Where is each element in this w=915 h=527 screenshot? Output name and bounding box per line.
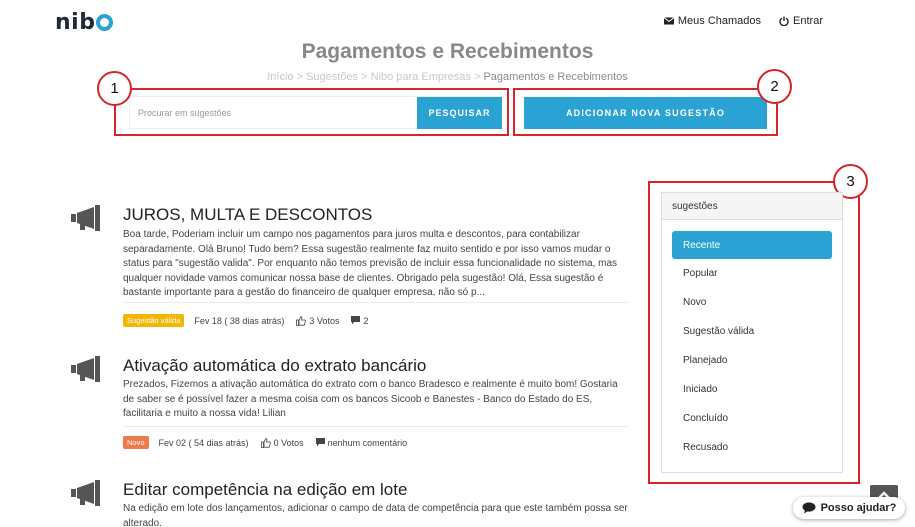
nibo-logo[interactable]: nib (55, 10, 114, 35)
filter-novo[interactable]: Novo (672, 288, 832, 317)
envelope-icon (663, 17, 674, 25)
thumbs-up-icon (296, 315, 307, 326)
help-chat-button[interactable]: Posso ajudar? (793, 497, 905, 519)
filter-recusado[interactable]: Recusado (672, 433, 832, 462)
breadcrumb-nibo-empresas[interactable]: Nibo para Empresas (371, 71, 471, 83)
breadcrumb-separator: > (470, 71, 484, 83)
status-badge: Sugestão válida (123, 314, 185, 327)
breadcrumb-current: Pagamentos e Recebimentos (483, 71, 628, 83)
suggestion-title[interactable]: JUROS, MULTA E DESCONTOS (123, 205, 372, 225)
megaphone-icon (71, 480, 100, 506)
suggestion-text: Boa tarde, Poderiam incluir um campo nos… (123, 229, 618, 298)
comments[interactable]: nenhum comentário (315, 438, 407, 448)
logo-o-ring (96, 14, 114, 31)
megaphone-icon (71, 356, 100, 382)
filter-sugestao-valida[interactable]: Sugestão válida (672, 317, 832, 346)
votes[interactable]: 0 Votos (260, 437, 304, 448)
power-icon (779, 16, 789, 26)
suggestion-date: Fev 02 ( 54 dias atrás) (158, 437, 249, 448)
votes[interactable]: 3 Votos (296, 316, 339, 326)
breadcrumb-separator: > (358, 71, 371, 83)
thumbs-up-icon (260, 437, 271, 448)
annotation-box-2 (513, 88, 778, 136)
status-badge: Novo (123, 436, 149, 449)
filter-panel-title: sugestões (662, 193, 842, 220)
divider (123, 302, 629, 303)
comments[interactable]: 2 (351, 316, 368, 326)
suggestion-text: Prezados, Fizemos a ativação automática … (123, 379, 618, 419)
suggestion-title[interactable]: Editar competência na edição em lote (123, 480, 407, 500)
meus-chamados-link[interactable]: Meus Chamados (663, 15, 761, 27)
divider (123, 426, 629, 427)
suggestion-title[interactable]: Ativação automática do extrato bancário (123, 356, 426, 376)
megaphone-icon (71, 205, 100, 231)
filter-iniciado[interactable]: Iniciado (672, 375, 832, 404)
annotation-marker-1: 1 (97, 71, 132, 106)
suggestion-text: Na edição em lote dos lançamentos, adici… (123, 503, 628, 527)
filter-planejado[interactable]: Planejado (672, 346, 832, 375)
entrar-link[interactable]: Entrar (779, 15, 823, 27)
comment-icon (351, 316, 361, 325)
chat-bubble-icon (802, 502, 816, 514)
filter-recente[interactable]: Recente (672, 231, 832, 259)
suggestions-filter-panel: sugestões Recente Popular Novo Sugestão … (661, 192, 843, 473)
breadcrumb-separator: > (293, 71, 307, 83)
annotation-box-1 (114, 88, 509, 136)
breadcrumb-sugestoes[interactable]: Sugestões (306, 71, 358, 83)
comment-icon (315, 438, 325, 447)
suggestion-date: Fev 18 ( 38 dias atrás) (194, 315, 285, 326)
breadcrumb-inicio[interactable]: Início (267, 71, 293, 83)
suggestion-meta: Novo Fev 02 ( 54 dias atrás) 0 Votos nen… (123, 436, 419, 449)
page-title: Pagamentos e Recebimentos (301, 40, 594, 63)
top-nav: Meus Chamados Entrar (663, 15, 823, 27)
suggestion-meta: Sugestão válida Fev 18 ( 38 dias atrás) … (123, 314, 380, 327)
filter-concluido[interactable]: Concluído (672, 404, 832, 433)
filter-popular[interactable]: Popular (672, 259, 832, 288)
annotation-marker-2: 2 (757, 69, 792, 104)
filter-list: Recente Popular Novo Sugestão válida Pla… (672, 231, 832, 462)
